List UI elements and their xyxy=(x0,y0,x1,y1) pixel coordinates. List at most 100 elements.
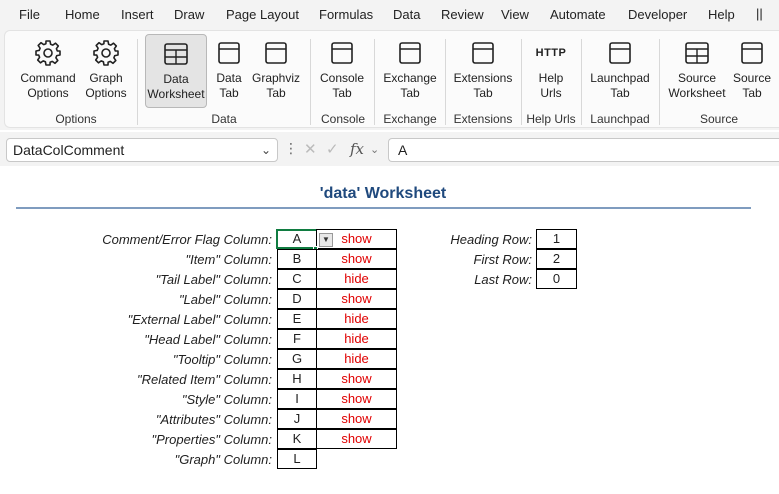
menu-draw[interactable]: Draw xyxy=(174,7,204,22)
visibility-flag-cell[interactable]: show xyxy=(316,429,397,449)
data-worksheet-button[interactable]: Data Worksheet xyxy=(145,34,207,108)
tab-icon xyxy=(741,42,763,64)
formula-actions: ✕ ✓ fx ⌄ xyxy=(300,138,384,162)
name-box-value: DataColComment xyxy=(13,142,125,158)
group-label-extensions: Extensions xyxy=(453,112,513,126)
column-letter-cell[interactable]: D xyxy=(277,289,317,309)
group-label-console: Console xyxy=(320,112,366,126)
column-letter-cell[interactable]: L xyxy=(277,449,317,469)
data-worksheet-label-1: Data xyxy=(163,72,189,86)
graph-options-label-2: Options xyxy=(85,86,127,100)
group-separator xyxy=(137,39,138,125)
menu-review[interactable]: Review xyxy=(441,7,484,22)
data-worksheet-label-2: Worksheet xyxy=(147,87,205,101)
worksheet-area: 'data' Worksheet Comment/Error Flag Colu… xyxy=(0,170,779,494)
tab-icon xyxy=(472,42,494,64)
visibility-flag-cell[interactable]: show xyxy=(316,389,397,409)
group-label-options: Options xyxy=(55,112,97,126)
visibility-flag-cell[interactable]: show xyxy=(316,369,397,389)
column-label: "Attributes" Column: xyxy=(155,412,272,427)
group-separator xyxy=(374,39,375,125)
command-options-label-1: Command xyxy=(20,71,76,85)
command-options-button[interactable]: Command Options xyxy=(15,34,81,108)
ribbon-panel: Command Options Graph Options Data Works… xyxy=(4,30,779,128)
menu-data[interactable]: Data xyxy=(393,7,420,22)
menu-insert[interactable]: Insert xyxy=(121,7,154,22)
menu-file[interactable]: File xyxy=(19,7,40,22)
menu-home[interactable]: Home xyxy=(65,7,100,22)
column-label: "Related Item" Column: xyxy=(137,372,272,387)
group-separator xyxy=(581,39,582,125)
sheet-title: 'data' Worksheet xyxy=(319,185,447,202)
first-row-cell[interactable]: 2 xyxy=(536,249,577,269)
extensions-tab-label-1: Extensions xyxy=(453,71,513,85)
menu-page-layout[interactable]: Page Layout xyxy=(226,7,299,22)
group-separator xyxy=(310,39,311,125)
data-tab-label-1: Data xyxy=(216,71,242,85)
http-icon: HTTP xyxy=(535,47,567,59)
command-options-label-2: Options xyxy=(27,86,69,100)
group-separator xyxy=(659,39,660,125)
heading-row-cell[interactable]: 1 xyxy=(536,229,577,249)
menu-developer[interactable]: Developer xyxy=(628,7,687,22)
column-label: "Head Label" Column: xyxy=(144,332,272,347)
chevron-down-icon[interactable]: ⌄ xyxy=(261,143,271,157)
column-letter-cell[interactable]: G xyxy=(277,349,317,369)
visibility-flag-cell[interactable]: show xyxy=(316,409,397,429)
enter-icon[interactable]: ✓ xyxy=(326,140,339,158)
visibility-flag-cell[interactable]: show xyxy=(316,289,397,309)
graphviz-tab-button[interactable]: Graphviz Tab xyxy=(251,34,301,108)
visibility-flag-cell[interactable]: hide xyxy=(316,349,397,369)
exchange-tab-button[interactable]: Exchange Tab xyxy=(380,34,440,108)
column-label: "Style" Column: xyxy=(181,392,272,407)
data-tab-button[interactable]: Data Tab xyxy=(209,34,249,108)
tab-icon xyxy=(218,42,240,64)
gear-icon xyxy=(35,40,61,66)
console-tab-button[interactable]: Console Tab xyxy=(317,34,367,108)
group-label-source: Source xyxy=(699,112,739,126)
group-label-help-urls: Help Urls xyxy=(526,112,576,126)
exchange-tab-label-1: Exchange xyxy=(383,71,437,85)
ribbon: Command Options Graph Options Data Works… xyxy=(0,30,779,130)
menu-automate[interactable]: Automate xyxy=(550,7,606,22)
column-letter-cell[interactable]: K xyxy=(277,429,317,449)
title-underline xyxy=(16,207,751,209)
help-urls-button[interactable]: HTTP Help Urls xyxy=(526,34,576,108)
console-tab-label-1: Console xyxy=(319,71,365,85)
formula-input[interactable]: A xyxy=(388,138,779,162)
visibility-flag-cell[interactable]: hide xyxy=(316,309,397,329)
chevron-down-icon[interactable]: ⌄ xyxy=(370,143,379,156)
tab-icon xyxy=(331,42,353,64)
menu-help[interactable]: Help xyxy=(708,7,735,22)
launchpad-tab-button[interactable]: Launchpad Tab xyxy=(585,34,655,108)
more-options-icon[interactable]: ⋮ xyxy=(284,140,298,157)
column-letter-cell[interactable]: H xyxy=(277,369,317,389)
menu-view[interactable]: View xyxy=(501,7,529,22)
column-letter-cell[interactable]: J xyxy=(277,409,317,429)
exchange-tab-label-2: Tab xyxy=(400,86,420,100)
graph-options-button[interactable]: Graph Options xyxy=(81,34,131,108)
extensions-tab-label-2: Tab xyxy=(473,86,493,100)
help-urls-label-2: Urls xyxy=(540,86,562,100)
ribbon-overflow-icon[interactable]: || xyxy=(756,6,763,21)
column-letter-cell[interactable]: I xyxy=(277,389,317,409)
column-label: "Tooltip" Column: xyxy=(172,352,272,367)
column-letter-cell[interactable]: E xyxy=(277,309,317,329)
last-row-cell[interactable]: 0 xyxy=(536,269,577,289)
cancel-icon[interactable]: ✕ xyxy=(304,140,317,158)
source-tab-label-1: Source xyxy=(732,71,772,85)
column-label: "Properties" Column: xyxy=(151,432,273,447)
row-label: Last Row: xyxy=(474,272,532,287)
source-worksheet-button[interactable]: Source Worksheet xyxy=(666,34,728,108)
column-letter-cell[interactable]: F xyxy=(277,329,317,349)
source-tab-button[interactable]: Source Tab xyxy=(732,34,772,108)
extensions-tab-button[interactable]: Extensions Tab xyxy=(450,34,516,108)
name-box[interactable]: DataColComment ⌄ xyxy=(6,138,278,162)
graphviz-tab-label-1: Graphviz xyxy=(251,71,301,85)
launchpad-tab-label-1: Launchpad xyxy=(590,71,650,85)
source-tab-label-2: Tab xyxy=(742,86,762,100)
visibility-flag-cell[interactable]: hide xyxy=(316,329,397,349)
menu-formulas[interactable]: Formulas xyxy=(319,7,373,22)
gear-icon xyxy=(93,40,119,66)
insert-function-icon[interactable]: fx xyxy=(350,140,364,158)
